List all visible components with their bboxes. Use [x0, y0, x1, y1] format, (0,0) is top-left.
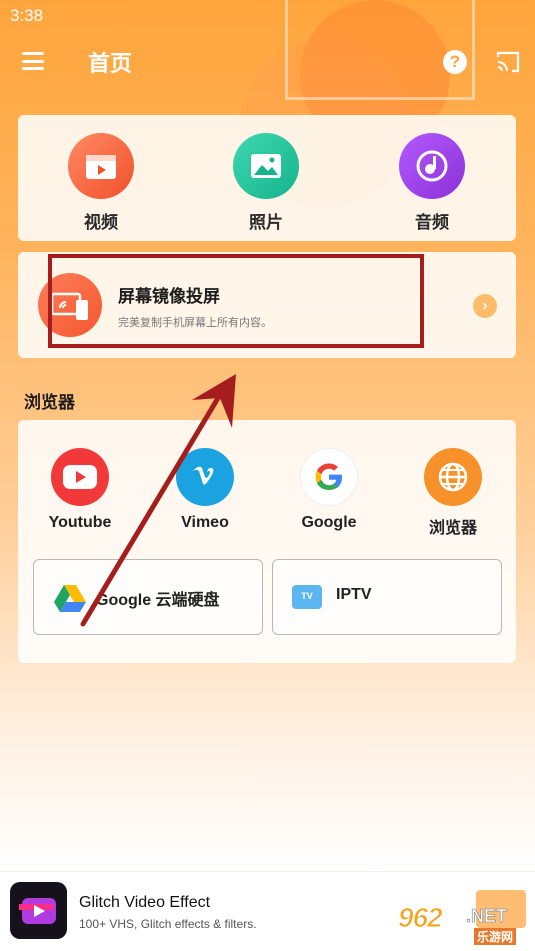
music-icon — [399, 133, 465, 199]
browser-item-google[interactable]: Google — [279, 448, 379, 532]
video-icon — [68, 133, 134, 199]
status-time: 3:38 — [10, 6, 44, 25]
browser-label: 浏览器 — [428, 520, 477, 537]
media-item-video[interactable]: 视频 — [56, 133, 146, 233]
media-label: 音频 — [415, 213, 449, 232]
browser-item-browser[interactable]: 浏览器 — [403, 448, 503, 538]
google-drive-icon — [54, 585, 86, 612]
iptv-button[interactable]: TV IPTV — [272, 559, 502, 635]
watermark-number: 962 — [398, 902, 444, 934]
cast-icon[interactable] — [496, 51, 520, 73]
chevron-right-icon[interactable]: › — [473, 294, 497, 318]
media-label: 照片 — [249, 213, 283, 232]
browser-item-youtube[interactable]: Youtube — [30, 448, 130, 532]
photo-icon — [233, 133, 299, 199]
globe-icon — [424, 448, 482, 506]
browser-label: Vimeo — [181, 514, 229, 531]
ad-subtitle: 100+ VHS, Glitch effects & filters. — [79, 917, 257, 931]
browser-label: Google — [301, 514, 357, 531]
google-icon — [300, 448, 358, 506]
vimeo-icon — [176, 448, 234, 506]
browser-card: Youtube Vimeo Google 浏览器 Google 云端硬盘 TV … — [18, 420, 516, 663]
annotation-highlight-box — [48, 254, 424, 348]
browser-label: Youtube — [48, 514, 112, 531]
app-bar: 首页 ? — [0, 38, 535, 86]
watermark-sub: 乐游网 — [474, 928, 517, 945]
ad-title: Glitch Video Effect — [79, 894, 211, 911]
help-icon[interactable]: ? — [443, 50, 467, 74]
google-drive-button[interactable]: Google 云端硬盘 — [33, 559, 263, 635]
browser-item-vimeo[interactable]: Vimeo — [155, 448, 255, 532]
watermark-suffix: .NET — [466, 906, 508, 927]
status-bar: 3:38 — [0, 0, 535, 30]
media-card: 视频 照片 音频 — [18, 115, 516, 241]
glitch-app-icon — [10, 882, 67, 939]
section-title-browser: 浏览器 — [24, 393, 75, 412]
media-item-audio[interactable]: 音频 — [387, 133, 477, 233]
youtube-icon — [51, 448, 109, 506]
google-drive-label: Google 云端硬盘 — [96, 592, 220, 609]
menu-icon[interactable] — [22, 52, 44, 70]
watermark: 962 .NET 乐游网 — [398, 902, 533, 948]
iptv-label: IPTV — [336, 586, 372, 603]
media-item-photo[interactable]: 照片 — [221, 133, 311, 233]
media-label: 视频 — [84, 213, 118, 232]
tv-icon: TV — [292, 585, 322, 609]
page-title: 首页 — [88, 51, 133, 76]
